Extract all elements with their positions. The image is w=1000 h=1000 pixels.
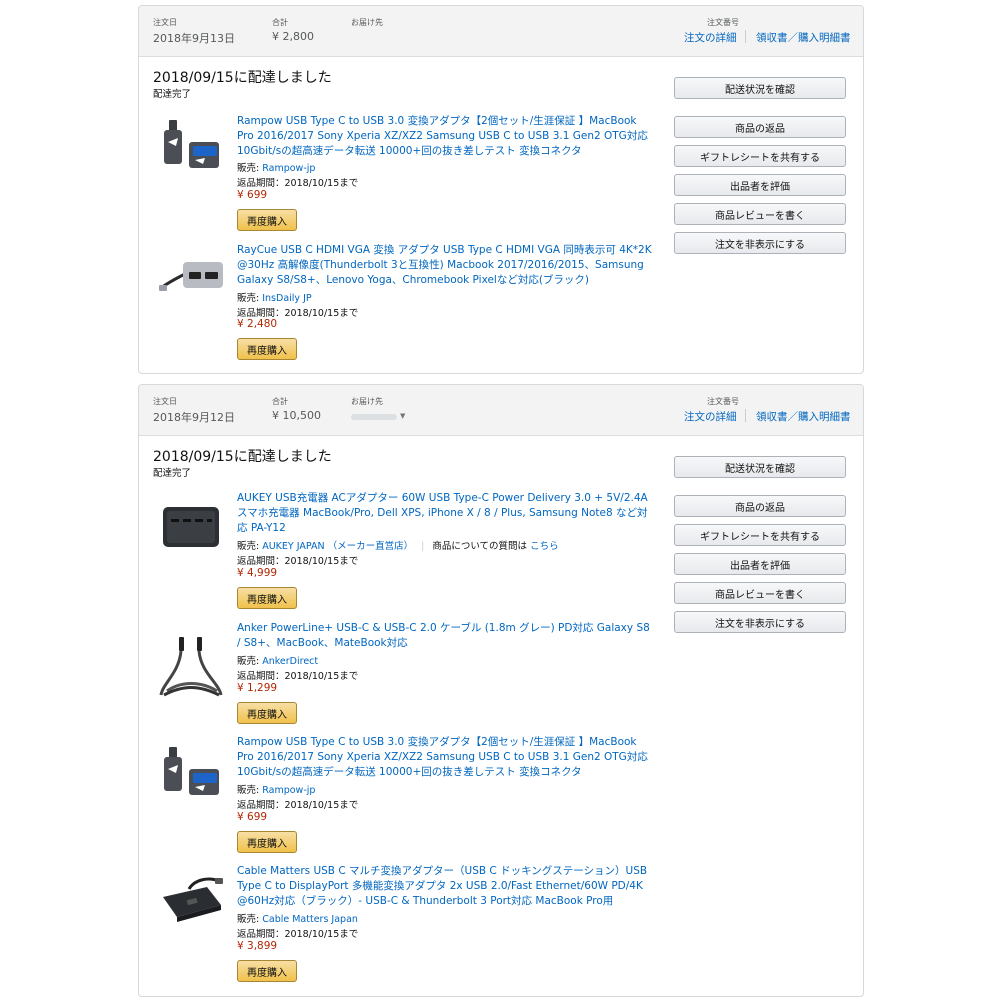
order-date: 2018年9月12日 <box>153 411 235 424</box>
return-period: 返品期間：2018/10/15まで <box>237 556 359 567</box>
delivery-title: 2018/09/15に配達しました <box>153 70 332 86</box>
share-gift-receipt-button[interactable]: ギフトレシートを共有する <box>674 145 846 167</box>
order-card: 注文日 2018年9月13日 合計 ¥ 2,800 お届け先 注文番号 注文の詳… <box>138 5 864 374</box>
seller-line: 販売: Cable Matters Japan <box>237 911 358 925</box>
buy-again-button[interactable]: 再度購入 <box>237 702 297 724</box>
order-date-label: 注文日 <box>153 18 177 27</box>
order-card: 注文日 2018年9月12日 合計 ¥ 10,500 お届け先 ▼ 注文番号 注… <box>138 384 864 997</box>
receipt-link[interactable]: 領収書／購入明細書 <box>756 30 851 45</box>
track-package-button[interactable]: 配送状況を確認 <box>674 77 846 99</box>
seller-label: 販売: <box>237 914 263 925</box>
seller-link[interactable]: Rampow-jp <box>262 785 315 796</box>
receipt-link[interactable]: 領収書／購入明細書 <box>756 409 851 424</box>
order-date: 2018年9月13日 <box>153 32 235 45</box>
order-details-link[interactable]: 注文の詳細 <box>684 30 737 45</box>
return-period: 返品期間：2018/10/15まで <box>237 178 359 189</box>
write-review-button[interactable]: 商品レビューを書く <box>674 582 846 604</box>
buy-again-button[interactable]: 再度購入 <box>237 587 297 609</box>
ship-to-label: お届け先 <box>351 18 383 27</box>
seller-line: 販売: AnkerDirect <box>237 653 318 667</box>
seller-line: 販売: Rampow-jp <box>237 160 315 174</box>
return-period: 返品期間：2018/10/15まで <box>237 308 359 319</box>
order-header: 注文日 2018年9月13日 合計 ¥ 2,800 お届け先 注文番号 注文の詳… <box>139 6 863 57</box>
item-price: ¥ 2,480 <box>237 318 278 330</box>
seller-label: 販売: <box>237 785 263 796</box>
chevron-down-icon[interactable]: ▼ <box>400 412 405 420</box>
usb-c-cable-image[interactable] <box>159 633 225 699</box>
usb-charger-image[interactable] <box>159 501 225 551</box>
return-items-button[interactable]: 商品の返品 <box>674 495 846 517</box>
item-price: ¥ 1,299 <box>237 682 278 694</box>
ship-to-label: お届け先 <box>351 397 383 406</box>
question-label: 商品についての質問は <box>432 541 528 552</box>
seller-link[interactable]: AUKEY JAPAN （メーカー直営店） <box>262 541 413 552</box>
question-link[interactable]: こちら <box>530 541 559 552</box>
order-number-label: 注文番号 <box>707 18 739 27</box>
seller-line: 販売: Rampow-jp <box>237 782 315 796</box>
seller-label: 販売: <box>237 293 263 304</box>
delivery-status: 配達完了 <box>153 89 192 100</box>
buy-again-button[interactable]: 再度購入 <box>237 209 297 231</box>
rate-seller-button[interactable]: 出品者を評価 <box>674 174 846 196</box>
usb-c-to-usb-a-adapter-image[interactable] <box>159 745 225 805</box>
total-label: 合計 <box>272 397 288 406</box>
order-total: ¥ 10,500 <box>272 409 321 422</box>
item-price: ¥ 3,899 <box>237 940 278 952</box>
delivery-title: 2018/09/15に配達しました <box>153 449 332 465</box>
seller-link[interactable]: Rampow-jp <box>262 163 315 174</box>
item-price: ¥ 4,999 <box>237 567 278 579</box>
total-label: 合計 <box>272 18 288 27</box>
write-review-button[interactable]: 商品レビューを書く <box>674 203 846 225</box>
order-total: ¥ 2,800 <box>272 30 314 43</box>
hide-order-button[interactable]: 注文を非表示にする <box>674 232 846 254</box>
product-title-link[interactable]: Rampow USB Type C to USB 3.0 変換アダプタ【2個セッ… <box>237 735 652 780</box>
buy-again-button[interactable]: 再度購入 <box>237 831 297 853</box>
item-price: ¥ 699 <box>237 811 268 823</box>
seller-link[interactable]: Cable Matters Japan <box>262 914 358 925</box>
seller-line: 販売: AUKEY JAPAN （メーカー直営店） | 商品についての質問は こちら <box>237 538 559 552</box>
product-title-link[interactable]: AUKEY USB充電器 ACアダプター 60W USB Type-C Powe… <box>237 491 652 536</box>
seller-line: 販売: InsDaily JP <box>237 290 312 304</box>
rate-seller-button[interactable]: 出品者を評価 <box>674 553 846 575</box>
item-price: ¥ 699 <box>237 189 268 201</box>
header-divider <box>745 30 746 43</box>
return-period: 返品期間：2018/10/15まで <box>237 671 359 682</box>
product-title-link[interactable]: RayCue USB C HDMI VGA 変換 アダプタ USB Type C… <box>237 243 652 288</box>
product-title-link[interactable]: Anker PowerLine+ USB-C & USB-C 2.0 ケーブル … <box>237 621 652 651</box>
product-title-link[interactable]: Cable Matters USB C マルチ変換アダプター（USB C ドッキ… <box>237 864 652 909</box>
order-number-label: 注文番号 <box>707 397 739 406</box>
share-gift-receipt-button[interactable]: ギフトレシートを共有する <box>674 524 846 546</box>
usb-c-docking-station-image[interactable] <box>159 875 225 925</box>
seller-label: 販売: <box>237 656 263 667</box>
return-period: 返品期間：2018/10/15まで <box>237 929 359 940</box>
seller-link[interactable]: InsDaily JP <box>262 293 311 304</box>
seller-label: 販売: <box>237 541 263 552</box>
track-package-button[interactable]: 配送状況を確認 <box>674 456 846 478</box>
usb-c-hdmi-vga-adapter-image[interactable] <box>159 252 225 302</box>
return-items-button[interactable]: 商品の返品 <box>674 116 846 138</box>
ship-to-address[interactable] <box>351 414 397 420</box>
buy-again-button[interactable]: 再度購入 <box>237 960 297 982</box>
seller-label: 販売: <box>237 163 263 174</box>
order-date-label: 注文日 <box>153 397 177 406</box>
order-details-link[interactable]: 注文の詳細 <box>684 409 737 424</box>
order-header: 注文日 2018年9月12日 合計 ¥ 10,500 お届け先 ▼ 注文番号 注… <box>139 385 863 436</box>
delivery-status: 配達完了 <box>153 468 192 479</box>
header-divider <box>745 409 746 422</box>
buy-again-button[interactable]: 再度購入 <box>237 338 297 360</box>
usb-c-to-usb-a-adapter-image[interactable] <box>159 118 225 178</box>
divider: | <box>421 541 425 552</box>
return-period: 返品期間：2018/10/15まで <box>237 800 359 811</box>
seller-link[interactable]: AnkerDirect <box>262 656 318 667</box>
hide-order-button[interactable]: 注文を非表示にする <box>674 611 846 633</box>
product-title-link[interactable]: Rampow USB Type C to USB 3.0 変換アダプタ【2個セッ… <box>237 114 652 159</box>
